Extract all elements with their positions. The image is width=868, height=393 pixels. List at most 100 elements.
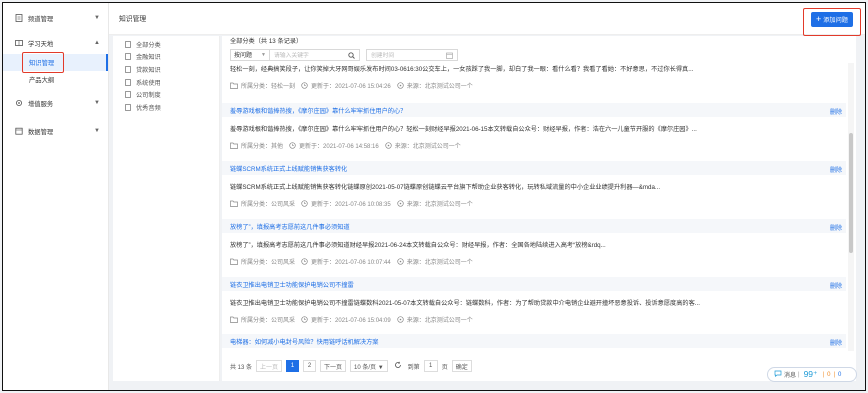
category-item[interactable]: 系统使用 xyxy=(113,76,219,89)
card-summary: 轻松一刻，经典搞笑段子，让你笑掉大牙网哥娱乐发布时间03-0616:30公交车上… xyxy=(230,66,694,73)
chevron-down-icon: ▼ xyxy=(94,15,100,21)
created-date-input[interactable]: 创建时间 xyxy=(366,48,458,61)
card-header: 链衣卫推出电销卫士功能保护电销公司不撞雷 删除 xyxy=(222,277,846,291)
highlight-box-sidebar xyxy=(22,52,64,73)
card-header: 链蝶SCRM系统正式上线赋能销售获客转化 删除 xyxy=(222,161,846,175)
pager-page-1[interactable]: 1 xyxy=(286,360,300,372)
gear-icon xyxy=(15,99,23,107)
card-summary: 羞辱游戏根和谐捧热搜，《摩尔庄园》靠什么牢牢抓住用户的心？轻松一刻财经早报202… xyxy=(230,126,697,133)
message-label: 消息 xyxy=(784,373,797,379)
file-icon xyxy=(125,40,131,48)
card-updated: 更新于：2021-07-06 10:07:44 xyxy=(311,260,391,266)
sidebar-item-label: 数据管理 xyxy=(28,128,54,136)
chat-icon xyxy=(774,370,782,379)
card-summary: 放榜了”，填报高考志愿前这几件事必须知道财经早报2021-06-24本文转载自公… xyxy=(230,242,606,249)
card-header: 放榜了”，填报高考志愿前这几件事必须知道 删除 xyxy=(222,219,846,233)
card-title[interactable]: 放榜了”，填报高考志愿前这几件事必须知道 xyxy=(230,222,350,231)
chevron-down-icon: ▼ xyxy=(261,51,266,58)
card-title[interactable]: 链蝶SCRM系统正式上线赋能销售获客转化 xyxy=(230,164,347,173)
separator: | xyxy=(822,371,825,378)
card-summary: 链蝶SCRM系统正式上线赋能销售获客转化链蝶原创2021-05-07链蝶原创链蝶… xyxy=(230,184,661,191)
card-category: 所属分类：其他 xyxy=(241,144,284,150)
pager-page-2[interactable]: 2 xyxy=(303,360,317,372)
file-icon xyxy=(125,103,131,111)
delete-button[interactable]: 删除 xyxy=(830,165,842,174)
location-icon xyxy=(397,82,404,89)
card-source: 来源：北京测试公司一个 xyxy=(406,202,473,208)
message-widget[interactable]: 消息 | 99⁺ | 0 | 0 xyxy=(767,367,857,382)
date-placeholder: 创建时间 xyxy=(371,53,395,59)
file-icon xyxy=(125,78,131,86)
delete-button[interactable]: 删除 xyxy=(830,223,842,232)
keyword-input[interactable]: 请输入关键字 xyxy=(270,48,360,61)
sidebar-item-data[interactable]: 数据管理 ▼ xyxy=(3,120,108,142)
sidebar-item-learning[interactable]: 学习天地 ▲ xyxy=(3,32,108,54)
calendar-icon xyxy=(15,127,23,135)
card-title[interactable]: 链衣卫推出电销卫士功能保护电销公司不撞雷 xyxy=(230,280,354,289)
filter-bar: 按问题 ▼ 请输入关键字 创建时间 xyxy=(230,48,458,61)
separator: | xyxy=(833,371,835,378)
category-label: 优秀音频 xyxy=(136,104,161,112)
knowledge-card: 羞辱游戏根和谐捧热搜，《摩尔庄园》靠什么牢牢抓住用户的心？ 删除羞辱游戏根和谐捧热… xyxy=(222,103,846,150)
goto-page-input[interactable]: 1 xyxy=(423,360,438,372)
category-item[interactable]: 贷款知识 xyxy=(113,63,219,76)
card-category: 所属分类：公司风采 xyxy=(241,318,296,324)
card-updated: 更新于：2021-07-06 10:08:35 xyxy=(311,202,391,208)
location-icon xyxy=(385,142,392,149)
card-summary: 链衣卫推出电销卫士功能保护电销公司不撞雷链蝶数科2021-05-07本文转载自公… xyxy=(230,300,700,307)
category-label: 全部分类 xyxy=(136,41,161,49)
location-icon xyxy=(397,316,404,323)
keyword-placeholder: 请输入关键字 xyxy=(274,53,309,59)
file-icon xyxy=(125,91,131,99)
chevron-down-icon: ▼ xyxy=(94,100,100,106)
pager-total: 共 13 条 xyxy=(230,364,253,371)
sidebar-item-channel[interactable]: 频道管理 ▼ xyxy=(3,7,108,29)
page-size-select[interactable]: 10 条/页 ▼ xyxy=(350,360,388,372)
delete-button[interactable]: 删除 xyxy=(830,281,842,290)
category-label: 金融知识 xyxy=(136,54,161,62)
category-item[interactable]: 金融知识 xyxy=(113,51,219,64)
sidebar-subitem-label: 产品大纲 xyxy=(29,77,55,84)
sidebar-item-value-added[interactable]: 增值服务 ▼ xyxy=(3,92,108,114)
knowledge-list: 轻松一刻，经典搞笑段子，让你笑掉大牙网哥娱乐发布时间03-0616:30公交车上… xyxy=(222,63,846,351)
location-icon xyxy=(397,258,404,265)
location-icon xyxy=(397,200,404,207)
category-label: 公司制度 xyxy=(136,92,161,100)
card-title[interactable]: 羞辱游戏根和谐捧热搜，《摩尔庄园》靠什么牢牢抓住用户的心？ xyxy=(230,106,406,115)
card-header: 电梯器：如何减小电封号风险？快用链呼话机解决方案 删除 xyxy=(222,334,846,348)
knowledge-card: 轻松一刻，经典搞笑段子，让你笑掉大牙网哥娱乐发布时间03-0616:30公交车上… xyxy=(222,63,846,90)
card-source: 来源：北京测试公司一个 xyxy=(394,144,461,150)
folder-icon xyxy=(230,258,238,265)
pagination: 共 13 条 上一页 1 2 下一页 10 条/页 ▼ 到第 1 页 确定 xyxy=(230,359,472,373)
page-unit: 页 xyxy=(441,364,448,371)
category-item[interactable]: 全部分类 xyxy=(113,38,219,51)
card-title[interactable]: 电梯器：如何减小电封号风险？快用链呼话机解决方案 xyxy=(230,337,379,346)
knowledge-list-panel: 全部分类（共 13 条记录） 按问题 ▼ 请输入关键字 创建时间 轻松一刻，经典… xyxy=(222,36,856,381)
card-source: 来源：北京测试公司一个 xyxy=(406,84,473,90)
folder-icon xyxy=(230,142,238,149)
filter-type-select[interactable]: 按问题 ▼ xyxy=(230,48,270,61)
message-count: 99⁺ xyxy=(803,369,818,379)
goto-confirm-button[interactable]: 确定 xyxy=(451,360,472,372)
sidebar-subitem-product-outline[interactable]: 产品大纲 xyxy=(3,71,108,88)
knowledge-card: 链蝶SCRM系统正式上线赋能销售获客转化 删除 链蝶SCRM系统正式上线赋能销售获客… xyxy=(222,161,846,208)
category-item[interactable]: 优秀音频 xyxy=(113,101,219,114)
calendar-icon xyxy=(446,52,453,61)
delete-button[interactable]: 删除 xyxy=(830,107,842,116)
scrollbar-thumb[interactable] xyxy=(849,133,853,253)
refresh-icon[interactable] xyxy=(394,361,402,371)
folder-icon xyxy=(230,200,238,207)
pager-prev-button[interactable]: 上一页 xyxy=(256,360,283,372)
search-icon[interactable] xyxy=(348,51,355,61)
scrollbar[interactable] xyxy=(848,63,854,351)
card-meta: 所属分类：公司风采 更新于：2021-07-06 10:07:44 来源：北京测试公… xyxy=(222,249,846,266)
card-meta: 所属分类：公司风采 更新于：2021-07-06 15:04:09 来源：北京测试公… xyxy=(222,307,846,324)
card-source: 来源：北京测试公司一个 xyxy=(406,318,473,324)
pager-next-button[interactable]: 下一页 xyxy=(320,360,347,372)
delete-button[interactable]: 删除 xyxy=(830,338,842,347)
clock-icon xyxy=(301,200,308,207)
app-window: 频道管理 ▼ 学习天地 ▲ 知识管理 产品大纲 增值服务 ▼ 数据管理 ▼ 知识… xyxy=(2,2,866,391)
category-item[interactable]: 公司制度 xyxy=(113,88,219,101)
category-panel: 全部分类 金融知识 贷款知识 系统使用 公司制度 优秀音频 xyxy=(113,36,220,381)
file-icon xyxy=(125,65,131,73)
